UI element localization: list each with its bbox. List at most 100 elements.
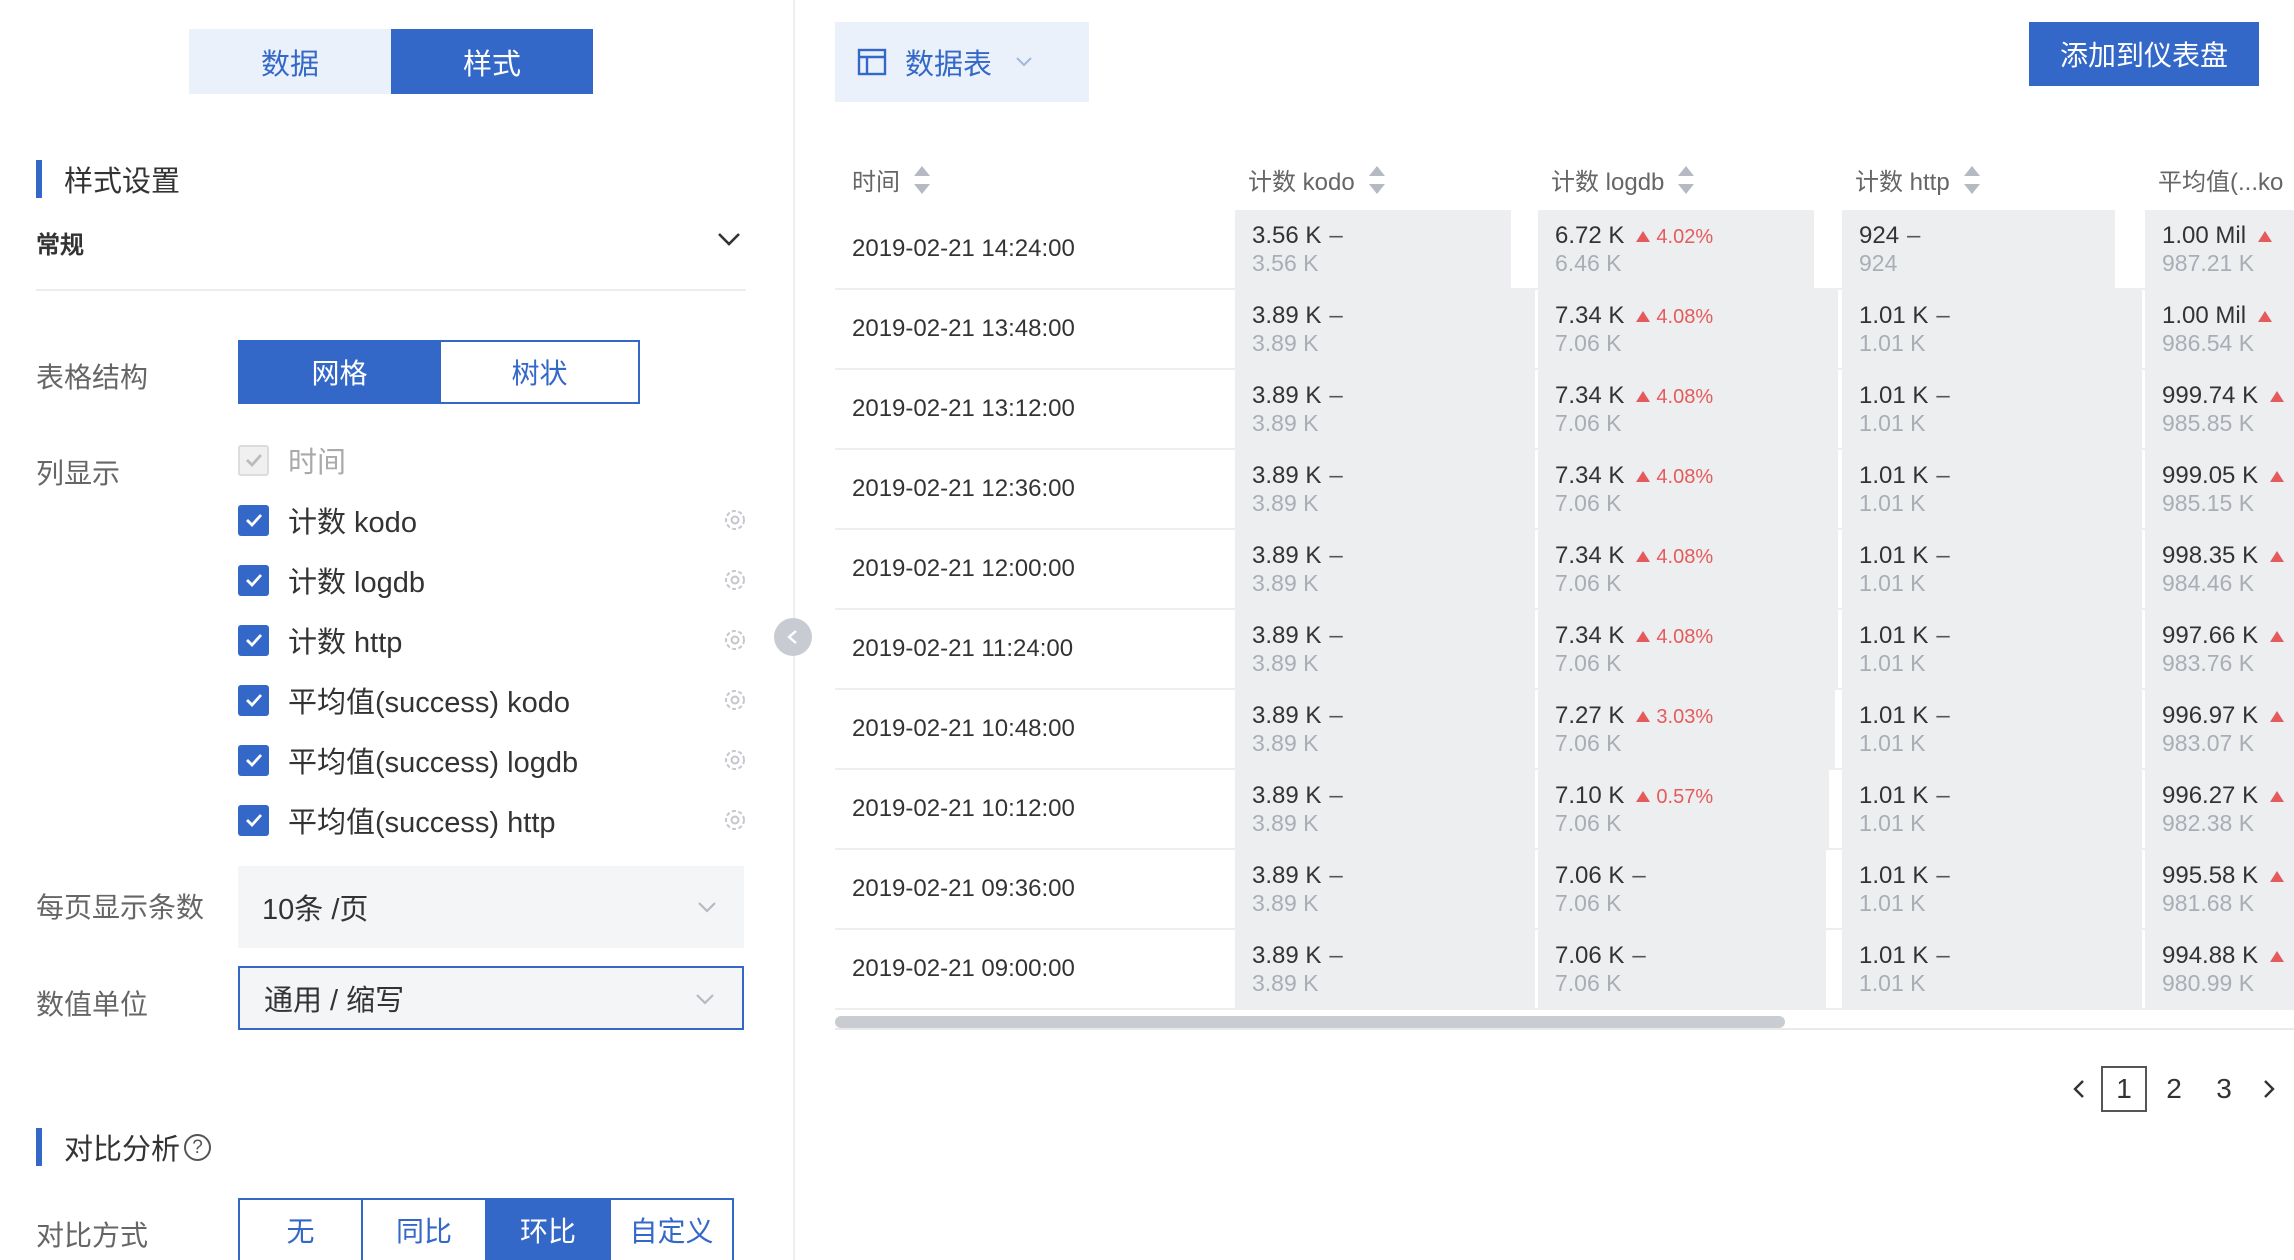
checkbox-time[interactable] [238,444,269,476]
checkbox-count-logdb[interactable] [238,564,269,596]
value-text: 1.01 K [1859,702,1929,729]
column-header-count-logdb[interactable]: 计数 logdb [1551,162,1695,197]
value-text: 3.89 K [1252,382,1322,409]
prev-page-button[interactable] [2059,1069,2099,1109]
http-cell: 1.01 K –1.01 K [1842,530,2142,608]
previous-value: 984.46 K [2162,570,2255,596]
page-3-button[interactable]: 3 [2201,1066,2247,1112]
gear-icon[interactable] [722,627,748,653]
increase-delta: 4.08% [1636,466,1713,488]
chevron-down-icon[interactable] [716,226,742,252]
checkbox-avg-kodo[interactable] [238,684,269,716]
value-text: 997.66 K [2162,622,2259,649]
previous-value: 3.89 K [1252,490,1319,516]
tree-option[interactable]: 树状 [439,342,638,402]
page-size-select[interactable]: 10条 /页 [238,866,744,948]
increase-delta: 4.08% [1636,306,1713,328]
column-header-count-kodo[interactable]: 计数 kodo [1248,162,1385,197]
previous-value: 3.89 K [1252,970,1319,996]
value-text: 996.97 K [2162,702,2259,729]
current-value: 1.01 K – [1859,622,1950,650]
column-header-avg-kodo[interactable]: 平均值(...ko [2158,162,2283,197]
chevron-down-icon [1016,57,1032,67]
value-text: 3.89 K [1252,302,1322,329]
current-value: 7.10 K 0.57% [1555,782,1713,810]
tab-style[interactable]: 样式 [391,29,593,94]
checkbox-count-kodo[interactable] [238,504,269,536]
checkbox-avg-logdb[interactable] [238,744,269,776]
value-unit-select[interactable]: 通用 / 缩写 [238,966,744,1030]
value-text: 3.89 K [1252,862,1322,889]
gear-icon[interactable] [722,747,748,773]
logdb-cell: 7.34 K 4.08% 7.06 K [1538,370,1838,448]
horizontal-scrollbar[interactable] [835,1016,2294,1030]
sort-icon[interactable] [1368,164,1385,196]
value-text: 7.34 K [1555,382,1625,409]
gear-icon[interactable] [722,687,748,713]
previous-value: 7.06 K [1555,570,1622,596]
compare-none-option[interactable]: 无 [240,1200,361,1260]
chevron-right-icon [2264,1080,2275,1098]
add-to-dashboard-button[interactable]: 添加到仪表盘 [2029,22,2259,86]
value-text: 1.01 K [1859,782,1929,809]
current-value: 7.27 K 3.03% [1555,702,1713,730]
no-change-dash: – [1936,942,1950,969]
next-page-button[interactable] [2249,1069,2289,1109]
check-icon [245,694,262,708]
column-label: 平均值(success) http [288,807,556,839]
gear-icon[interactable] [722,507,748,533]
compare-custom-option[interactable]: 自定义 [609,1200,732,1260]
sort-icon[interactable] [1678,164,1695,196]
no-change-dash: – [1329,542,1343,569]
column-toggle-avg-kodo: 平均值(success) kodo [238,683,748,719]
increase-delta: 4.02% [1636,226,1713,248]
no-change-dash: – [1329,462,1343,489]
current-value: 7.06 K – [1555,862,1646,890]
value-text: 1.00 Mil [2162,222,2247,249]
sort-icon[interactable] [914,164,930,196]
scrollbar-thumb[interactable] [835,1016,1785,1028]
checkbox-count-http[interactable] [238,624,269,656]
no-change-dash: – [1329,942,1343,969]
current-value: 3.89 K – [1252,862,1343,890]
time-cell: 2019-02-21 09:36:00 [852,875,1075,902]
value-text: 1.01 K [1859,462,1929,489]
page-size-value: 10条 /页 [262,894,369,926]
kodo-cell: 3.56 K –3.56 K [1235,210,1535,288]
gear-icon[interactable] [722,567,748,593]
grid-option[interactable]: 网格 [240,342,439,402]
compare-method-label: 对比方式 [36,1220,149,1251]
tab-data[interactable]: 数据 [189,29,391,94]
http-cell: 1.01 K –1.01 K [1842,690,2142,768]
column-header-time[interactable]: 时间 [852,162,930,197]
column-toggle-avg-logdb: 平均值(success) logdb [238,743,748,779]
previous-value: 3.89 K [1252,650,1319,676]
current-value: 3.89 K – [1252,782,1343,810]
current-value: 1.01 K – [1859,862,1950,890]
no-change-dash: – [1329,862,1343,889]
current-value: 1.01 K – [1859,382,1950,410]
column-toggle-count-http: 计数 http [238,623,748,659]
compare-mom-option[interactable]: 环比 [485,1200,609,1260]
sort-icon[interactable] [1963,164,1980,196]
gear-icon[interactable] [722,807,748,833]
checkbox-avg-http[interactable] [238,804,269,836]
kodo-cell: 3.89 K –3.89 K [1235,290,1535,368]
page-1-button[interactable]: 1 [2101,1066,2147,1112]
column-header-count-http[interactable]: 计数 http [1855,162,1980,197]
page-2-button[interactable]: 2 [2151,1066,2197,1112]
current-value: 6.72 K 4.02% [1555,222,1713,250]
time-cell: 2019-02-21 13:48:00 [852,315,1075,342]
compare-yoy-option[interactable]: 同比 [361,1200,485,1260]
value-text: 7.06 K [1555,942,1625,969]
current-value: 3.89 K – [1252,302,1343,330]
help-icon[interactable]: ? [184,1133,212,1161]
collapse-panel-button[interactable] [774,618,812,656]
logdb-cell: 7.27 K 3.03% 7.06 K [1538,690,1838,768]
time-cell: 2019-02-21 10:12:00 [852,795,1075,822]
visualization-type-select[interactable]: 数据表 [835,22,1089,102]
chevron-left-icon [2073,1080,2084,1098]
current-value: 996.27 K [2162,782,2290,810]
value-text: 7.34 K [1555,462,1625,489]
table-row: 2019-02-21 14:24:00 3.56 K –3.56 K 6.72 K 4.… [835,210,2294,290]
